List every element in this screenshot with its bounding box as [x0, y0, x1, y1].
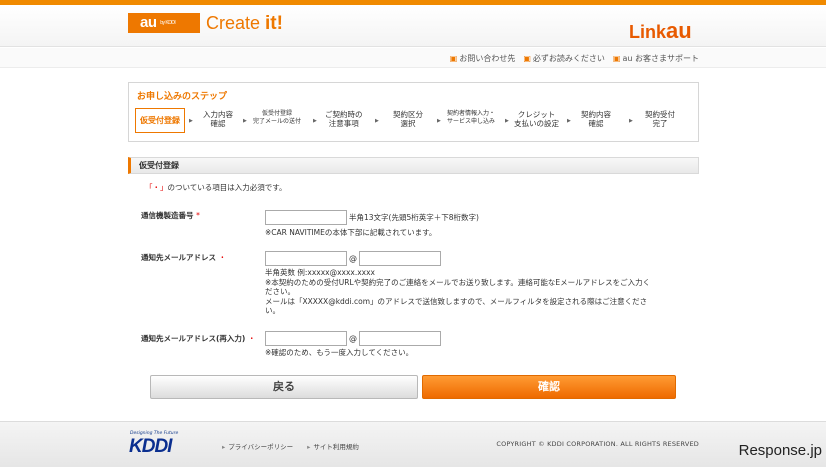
support-link-label: au お客さまサポート: [622, 54, 699, 63]
site-footer: [0, 421, 826, 467]
link-arrow-icon: ▣: [523, 54, 531, 63]
step-label: 仮受付登録: [262, 110, 293, 117]
step-label: 支払いの設定: [514, 119, 559, 128]
email-hint-format: 半角英数 例:xxxxx@xxxx.xxxx: [265, 268, 375, 277]
step-label: 契約受付: [645, 110, 675, 119]
required-indicator: ・: [218, 253, 227, 262]
response-watermark: Response.jp: [738, 442, 822, 459]
email-label: 通知先メールアドレス ・: [141, 252, 226, 263]
email-domain-input[interactable]: [359, 251, 441, 266]
privacy-policy-label: プライバシーポリシー: [228, 443, 294, 451]
required-indicator: ・: [247, 334, 256, 343]
support-link[interactable]: ▣ au お客さまサポート: [613, 53, 699, 64]
step-arrow-icon: ▶: [189, 118, 193, 124]
step-3: 仮受付登録 完了メールの送付: [253, 110, 301, 126]
email-confirm-label: 通知先メールアドレス(再入力) ・: [141, 333, 255, 344]
brand-title-suffix: it!: [265, 13, 283, 34]
application-steps: お申し込みのステップ 仮受付登録 ▶ 入力内容 確認 ▶ 仮受付登録 完了メールの送…: [128, 82, 699, 142]
email-hint-filter-cont: い。: [265, 306, 280, 315]
email-confirm-domain-input[interactable]: [359, 331, 441, 346]
step-label: 完了メールの送付: [253, 118, 302, 125]
step-label: サービス申し込み: [447, 118, 496, 125]
contact-link[interactable]: ▣ お問い合わせ先: [450, 53, 516, 64]
email-hints: 半角英数 例:xxxxx@xxxx.xxxx ※本契約のための受付URLや契約完…: [265, 268, 685, 316]
site-header: au by KDDI Create it! Linkau: [0, 5, 826, 47]
step-label: 契約内容: [581, 110, 611, 119]
device-serial-hint: 半角13文字(先頭5桁英字＋下8桁数字): [349, 213, 479, 222]
link-arrow-icon: ▣: [612, 54, 621, 63]
step-label: 入力内容: [203, 110, 233, 119]
step-8: 契約内容 確認: [581, 110, 611, 128]
step-6: 契約者情報入力・ サービス申し込み: [447, 110, 495, 126]
step-label: 契約区分: [393, 110, 423, 119]
footer-links: ▸ プライバシーポリシー ▸ サイト利用規約: [222, 441, 359, 451]
terms-link[interactable]: ▸ サイト利用規約: [307, 441, 359, 451]
bullet-icon: ▸: [307, 443, 311, 451]
required-indicator: *: [196, 211, 200, 220]
kddi-logo[interactable]: KDDI: [129, 437, 172, 457]
required-note: 「・」のついている項目は入力必須です。: [145, 182, 287, 193]
step-1-active: 仮受付登録: [135, 108, 185, 133]
step-label: 確認: [588, 119, 604, 128]
email-hint-filter: メールは「XXXXX@kddi.com」のアドレスで送信致しますので、メールフィ…: [265, 296, 648, 306]
step-label: 契約者情報入力・: [447, 110, 496, 117]
au-logo-text: au: [140, 14, 157, 31]
email-confirm-at-sign: @: [349, 334, 357, 343]
step-arrow-icon: ▶: [437, 118, 441, 124]
step-label: 注意事項: [328, 119, 359, 128]
step-label: 完了: [652, 119, 668, 128]
create-it-title: Create it!: [206, 10, 283, 37]
link-au-logo[interactable]: Linkau: [629, 19, 692, 44]
header-links: ▣ お問い合わせ先 ▣ 必ずお読みください ▣ au お客さまサポート: [450, 53, 699, 64]
copyright-text: COPYRIGHT © KDDI CORPORATION. ALL RIGHTS…: [496, 440, 699, 448]
email-confirm-local-input[interactable]: [265, 331, 347, 346]
link-au-suffix: au: [666, 18, 692, 43]
bullet-icon: ▸: [222, 443, 226, 451]
email-confirm-label-text: 通知先メールアドレス(再入力): [141, 334, 246, 343]
email-label-text: 通知先メールアドレス: [141, 253, 216, 262]
step-4: ご契約時の 注意事項: [325, 110, 363, 128]
privacy-policy-link[interactable]: ▸ プライバシーポリシー: [222, 441, 293, 451]
au-logo[interactable]: au by KDDI: [128, 13, 200, 33]
email-hint-purpose: ※本契約のための受付URLや契約完了のご連絡をメールでお送り致します。連絡可能な…: [265, 277, 651, 287]
link-au-prefix: Link: [629, 22, 667, 42]
link-arrow-icon: ▣: [449, 54, 458, 63]
device-serial-note: ※CAR NAVITIMEの本体下部に記載されています。: [265, 228, 437, 237]
step-label: 選択: [400, 119, 416, 128]
required-mark: 「・」: [145, 183, 168, 192]
steps-title: お申し込みのステップ: [137, 92, 228, 102]
email-local-input[interactable]: [265, 251, 347, 266]
terms-label: サイト利用規約: [313, 443, 359, 451]
device-serial-input[interactable]: [265, 210, 347, 225]
email-at-sign: @: [349, 254, 357, 263]
step-5: 契約区分 選択: [393, 110, 423, 128]
step-label: クレジット: [517, 110, 556, 119]
step-7: クレジット 支払いの設定: [514, 110, 559, 128]
step-arrow-icon: ▶: [629, 118, 633, 124]
contact-link-label: お問い合わせ先: [459, 54, 516, 63]
step-label: 確認: [210, 119, 226, 128]
device-serial-label: 通信機製造番号 *: [141, 210, 200, 221]
step-label: ご契約時の: [325, 110, 363, 119]
confirm-button[interactable]: 確認: [422, 375, 676, 399]
email-confirm-note: ※確認のため、もう一度入力してください。: [265, 348, 414, 357]
step-arrow-icon: ▶: [375, 118, 379, 124]
by-kddi-text: by KDDI: [160, 20, 176, 27]
required-note-text: のついている項目は入力必須です。: [167, 183, 287, 192]
step-label: 仮受付登録: [140, 116, 180, 125]
section-title: 仮受付登録: [128, 157, 699, 174]
email-hint-purpose-cont: ださい。: [265, 287, 295, 296]
step-arrow-icon: ▶: [567, 118, 571, 124]
must-read-link[interactable]: ▣ 必ずお読みください: [523, 53, 605, 64]
back-button[interactable]: 戻る: [150, 375, 418, 399]
step-arrow-icon: ▶: [243, 118, 247, 124]
step-9: 契約受付 完了: [645, 110, 675, 128]
subheader-bar: [0, 48, 826, 68]
step-arrow-icon: ▶: [505, 118, 509, 124]
step-arrow-icon: ▶: [313, 118, 317, 124]
brand-title-prefix: Create: [206, 13, 266, 33]
must-read-link-label: 必ずお読みください: [532, 54, 605, 63]
step-2: 入力内容 確認: [203, 110, 233, 128]
device-serial-label-text: 通信機製造番号: [141, 211, 194, 220]
